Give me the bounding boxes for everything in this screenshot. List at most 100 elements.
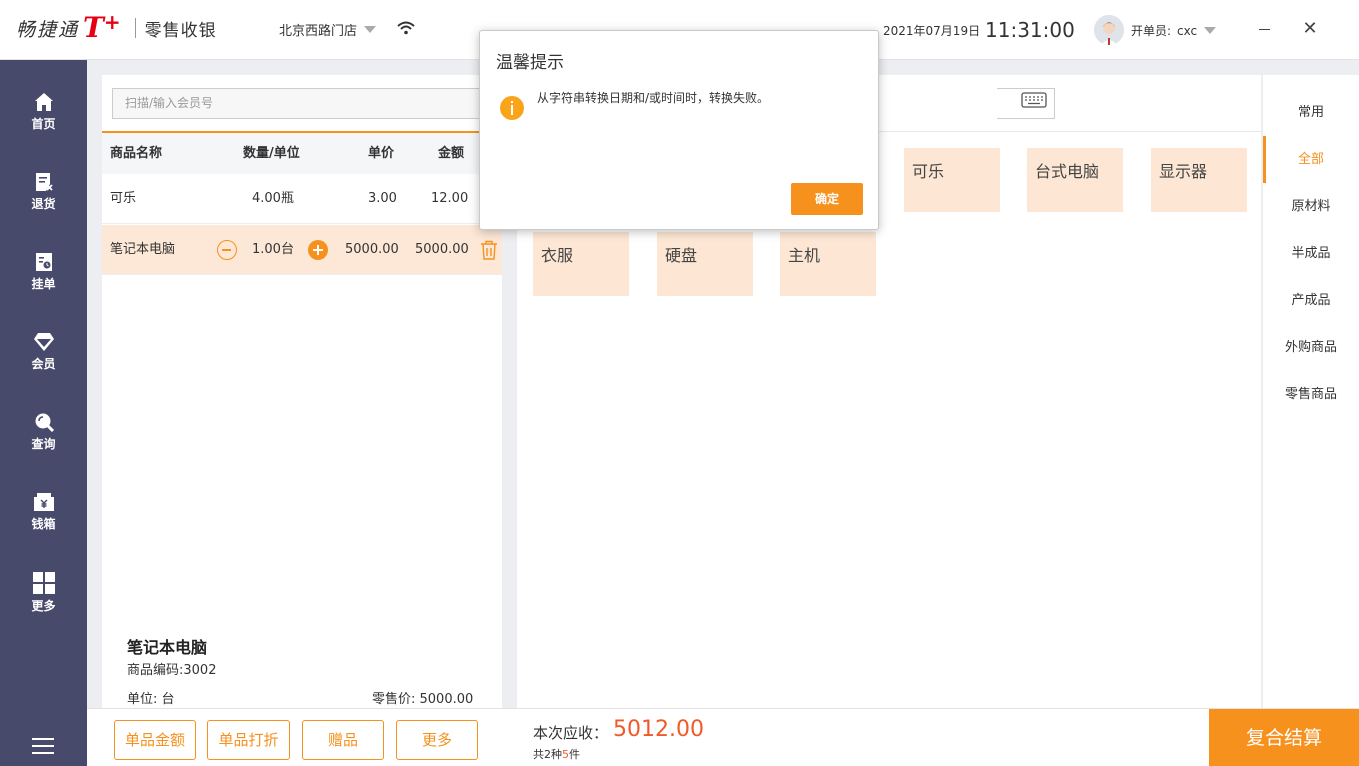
more-button[interactable]: 更多 xyxy=(396,720,478,760)
col-name: 商品名称 xyxy=(110,146,163,161)
sidebar-item-hold[interactable]: 挂单 xyxy=(0,252,87,322)
sidebar-item-member[interactable]: 会员 xyxy=(0,332,87,402)
count-prefix: 共2种 xyxy=(533,748,562,761)
detail-unit: 单位: 台 xyxy=(127,692,175,707)
category-item[interactable]: 零售商品 xyxy=(1263,371,1359,418)
operator-name: cxc xyxy=(1177,23,1198,38)
sidebar-item-label: 查询 xyxy=(31,437,56,451)
category-item[interactable]: 全部 xyxy=(1263,136,1359,183)
operator-label: 开单员: xyxy=(1131,24,1172,38)
grid-icon xyxy=(32,572,55,594)
store-name: 北京西路门店 xyxy=(279,24,358,39)
product-tile[interactable]: 衣服 xyxy=(533,232,629,296)
category-item[interactable]: 产成品 xyxy=(1263,277,1359,324)
wifi-icon xyxy=(397,21,415,35)
logo-divider xyxy=(134,18,136,38)
user-avatar-icon xyxy=(1094,15,1124,45)
sidebar-item-home[interactable]: 首页 xyxy=(0,92,87,162)
cart-panel: 扫描/输入会员号 商品名称 数量/单位 单价 金额 可乐 4.00瓶 3.00 … xyxy=(102,75,502,708)
detail-name: 笔记本电脑 xyxy=(127,638,208,657)
item-price: 5000.00 xyxy=(345,242,399,257)
sidebar-item-label: 退货 xyxy=(31,197,56,211)
sidebar-item-label: 首页 xyxy=(31,117,56,131)
item-price: 3.00 xyxy=(368,191,397,206)
alert-dialog: 温馨提示 从字符串转换日期和/或时间时，转换失败。 确定 xyxy=(479,30,879,230)
detail-price: 零售价: 5000.00 xyxy=(372,692,474,707)
category-item[interactable]: 外购商品 xyxy=(1263,324,1359,371)
current-time: 11:31:00 xyxy=(985,18,1075,42)
sidebar-item-more[interactable]: 更多 xyxy=(0,572,87,642)
sidebar-item-label: 挂单 xyxy=(31,277,56,291)
hold-order-icon xyxy=(35,253,52,271)
category-item[interactable]: 半成品 xyxy=(1263,230,1359,277)
sidebar-item-label: 更多 xyxy=(31,599,56,613)
item-amount-button[interactable]: 单品金额 xyxy=(114,720,196,760)
avatar[interactable] xyxy=(1094,15,1124,45)
product-tile[interactable]: 可乐 xyxy=(904,148,1000,212)
chevron-down-icon xyxy=(1204,27,1217,34)
close-button[interactable]: ✕ xyxy=(1300,16,1320,42)
dialog-title: 温馨提示 xyxy=(496,53,564,73)
brand-name: 畅捷通 xyxy=(16,18,80,41)
due-amount: 5012.00 xyxy=(613,717,704,742)
decrease-qty-button[interactable] xyxy=(217,240,237,260)
item-name: 笔记本电脑 xyxy=(110,242,176,257)
return-icon xyxy=(35,173,53,191)
product-detail: 笔记本电脑 商品编码:3002 单位: 台 零售价: 5000.00 xyxy=(102,622,502,708)
current-date: 2021年07月19日 xyxy=(883,24,981,38)
col-qty: 数量/单位 xyxy=(243,146,300,161)
operator-selector[interactable]: 开单员: cxc xyxy=(1131,22,1217,39)
item-amount: 5000.00 xyxy=(415,242,469,257)
sidebar-item-cashbox[interactable]: 钱箱 xyxy=(0,492,87,562)
sidebar: 首页 退货 挂单 会员 查询 钱箱 更多 xyxy=(0,60,87,766)
minimize-button[interactable] xyxy=(1255,16,1275,42)
item-qty: 4.00瓶 xyxy=(252,191,294,206)
chevron-down-icon xyxy=(364,26,377,33)
product-tile[interactable]: 硬盘 xyxy=(657,232,753,296)
category-item[interactable]: 常用 xyxy=(1263,89,1359,136)
category-item[interactable]: 原材料 xyxy=(1263,183,1359,230)
count-pieces: 5 xyxy=(562,748,569,761)
bottom-bar: 单品金额 单品打折 赠品 更多 本次应收： 5012.00 共2种5件 复合结算 xyxy=(87,708,1359,766)
detail-code: 商品编码:3002 xyxy=(127,663,217,678)
sidebar-item-query[interactable]: 查询 xyxy=(0,412,87,482)
cart-table-header: 商品名称 数量/单位 单价 金额 xyxy=(102,133,502,174)
gift-button[interactable]: 赠品 xyxy=(302,720,384,760)
item-count: 共2种5件 xyxy=(533,746,580,762)
product-tile[interactable]: 台式电脑 xyxy=(1027,148,1123,212)
due-label: 本次应收： xyxy=(533,724,609,742)
table-row[interactable]: 可乐 4.00瓶 3.00 12.00 xyxy=(102,174,502,224)
item-discount-button[interactable]: 单品打折 xyxy=(207,720,290,760)
ok-button[interactable]: 确定 xyxy=(791,183,863,215)
dialog-message: 从字符串转换日期和/或时间时，转换失败。 xyxy=(537,91,770,105)
member-search-input[interactable]: 扫描/输入会员号 xyxy=(112,88,492,119)
brand-plus: + xyxy=(103,10,121,34)
item-name: 可乐 xyxy=(110,191,137,206)
member-diamond-icon xyxy=(33,333,54,351)
item-amount: 12.00 xyxy=(431,191,469,206)
col-amount: 金额 xyxy=(438,146,465,161)
item-qty: 1.00台 xyxy=(252,242,294,257)
sidebar-item-return[interactable]: 退货 xyxy=(0,172,87,242)
col-price: 单价 xyxy=(368,146,395,161)
count-suffix: 件 xyxy=(569,748,580,761)
product-tile[interactable]: 主机 xyxy=(780,232,876,296)
app-name: 零售收银 xyxy=(144,20,217,41)
keyboard-icon[interactable] xyxy=(1021,92,1047,110)
checkout-button[interactable]: 复合结算 xyxy=(1209,709,1359,766)
menu-icon[interactable] xyxy=(32,738,54,759)
search-icon xyxy=(35,413,54,432)
table-row[interactable]: 笔记本电脑 1.00台 5000.00 5000.00 xyxy=(102,225,502,275)
brand-mark: T xyxy=(83,11,104,44)
cash-drawer-icon xyxy=(33,493,54,511)
product-tile[interactable]: 显示器 xyxy=(1151,148,1247,212)
app-logo: 畅捷通 T + 零售收银 xyxy=(16,10,217,44)
sidebar-item-label: 会员 xyxy=(31,357,56,371)
sidebar-item-label: 钱箱 xyxy=(31,517,56,531)
category-list: 常用 全部 原材料 半成品 产成品 外购商品 零售商品 xyxy=(1263,75,1359,708)
trash-icon[interactable] xyxy=(480,240,498,260)
home-icon xyxy=(34,93,53,111)
store-selector[interactable]: 北京西路门店 xyxy=(279,20,377,39)
info-icon xyxy=(500,96,524,120)
increase-qty-button[interactable] xyxy=(308,240,328,260)
